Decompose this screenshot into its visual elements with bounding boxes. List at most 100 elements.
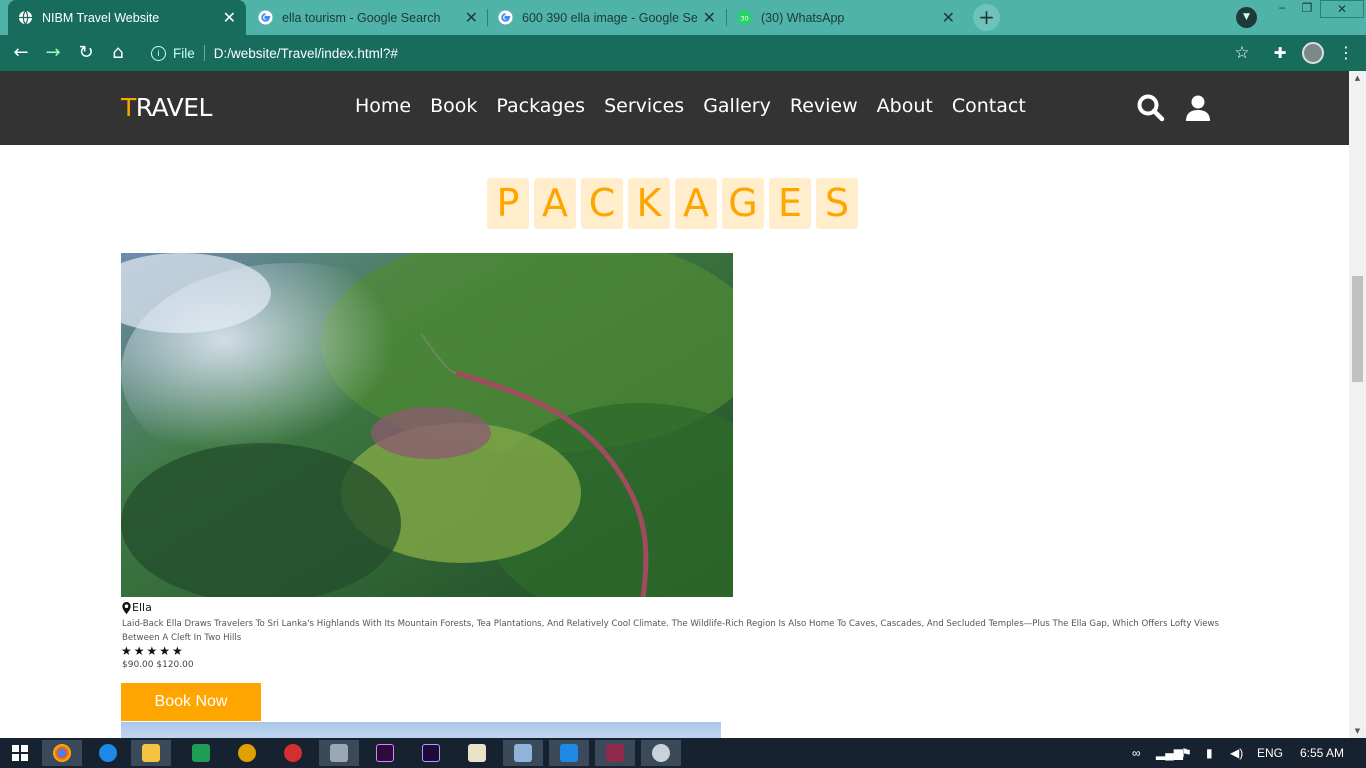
browser-menu-icon[interactable]: ⋮ <box>1338 35 1354 71</box>
nav-home[interactable]: Home <box>355 95 411 117</box>
package-location: Ella <box>122 601 152 614</box>
cube-icon <box>514 744 532 762</box>
taskbar-premiere-icon[interactable] <box>365 740 405 766</box>
tab-nibm-travel[interactable]: NIBM Travel Website ✕ <box>8 0 246 35</box>
taskbar-app-icon[interactable] <box>273 740 313 766</box>
flag-icon[interactable]: ⚑ <box>1181 738 1192 768</box>
forward-arrow-icon[interactable]: → <box>37 35 69 71</box>
minimize-button[interactable]: − <box>1268 0 1296 18</box>
vscode-icon <box>560 744 578 762</box>
whatsapp-icon: 30 <box>737 10 752 25</box>
main-nav: Home Book Packages Services Gallery Revi… <box>355 95 1045 117</box>
tab-ella-tourism[interactable]: ella tourism - Google Search ✕ <box>248 0 488 35</box>
taskbar-app-icon[interactable] <box>641 740 681 766</box>
site-logo[interactable]: TRAVEL <box>121 93 212 122</box>
logo-highlight: T <box>121 93 136 122</box>
home-icon[interactable]: ⌂ <box>102 35 134 71</box>
scrollbar-thumb[interactable] <box>1352 276 1363 382</box>
heading-letter: G <box>722 178 764 229</box>
browser-toolbar: ← → ↻ ⌂ i File D:/website/Travel/index.h… <box>0 35 1366 71</box>
network-link-icon[interactable]: ∞ <box>1132 738 1141 768</box>
location-name: Ella <box>132 601 152 614</box>
vertical-scrollbar[interactable]: ▲ ▼ <box>1349 71 1366 738</box>
close-window-button[interactable]: ✕ <box>1320 0 1364 18</box>
clock[interactable]: 6:55 AM <box>1300 738 1344 768</box>
tab-title: 600 390 ella image - Google Search <box>522 10 697 25</box>
taskbar-chrome-icon[interactable] <box>42 740 82 766</box>
premiere-icon <box>376 744 394 762</box>
signal-icon[interactable]: ▂▄▆ <box>1156 738 1183 768</box>
spreadsheet-icon <box>192 744 210 762</box>
bookmark-star-icon[interactable]: ☆ <box>1230 35 1254 71</box>
app-icon <box>238 744 256 762</box>
battery-icon[interactable]: ▮ <box>1206 738 1213 768</box>
tab-title: (30) WhatsApp <box>761 10 845 25</box>
notepad-icon <box>468 744 486 762</box>
heading-letter: E <box>769 178 811 229</box>
profile-avatar[interactable] <box>1302 42 1324 64</box>
reload-icon[interactable]: ↻ <box>70 35 102 71</box>
taskbar-edge-icon[interactable] <box>88 740 128 766</box>
app-icon <box>652 744 670 762</box>
nav-contact[interactable]: Contact <box>952 95 1026 117</box>
next-package-image <box>121 722 721 738</box>
map-marker-icon <box>122 601 131 614</box>
taskbar-winrar-icon[interactable] <box>595 740 635 766</box>
edge-icon <box>99 744 117 762</box>
taskbar-window-icon[interactable] <box>319 740 359 766</box>
close-tab-icon[interactable]: ✕ <box>942 8 955 28</box>
google-icon <box>258 10 273 25</box>
scroll-up-arrow-icon[interactable]: ▲ <box>1349 71 1366 85</box>
old-price: $120.00 <box>156 660 194 670</box>
close-tab-icon[interactable]: ✕ <box>465 8 478 28</box>
taskbar-app-icon[interactable] <box>227 740 267 766</box>
new-tab-button[interactable]: + <box>973 4 1000 31</box>
address-divider <box>203 45 205 61</box>
back-arrow-icon[interactable]: ← <box>5 35 37 71</box>
book-now-button[interactable]: Book Now <box>121 683 261 721</box>
chrome-icon <box>53 744 71 762</box>
nav-about[interactable]: About <box>877 95 933 117</box>
volume-icon[interactable]: ◀) <box>1230 738 1243 768</box>
nav-services[interactable]: Services <box>604 95 684 117</box>
nav-review[interactable]: Review <box>790 95 858 117</box>
restore-button[interactable]: ❐ <box>1293 0 1321 18</box>
tab-ella-image[interactable]: 600 390 ella image - Google Search ✕ <box>488 0 726 35</box>
nav-gallery[interactable]: Gallery <box>703 95 771 117</box>
nav-book[interactable]: Book <box>430 95 477 117</box>
taskbar-aftereffects-icon[interactable] <box>411 740 451 766</box>
site-info-icon[interactable]: i <box>151 45 166 61</box>
svg-text:30: 30 <box>740 14 748 22</box>
ella-landscape-image <box>121 253 733 597</box>
scroll-down-arrow-icon[interactable]: ▼ <box>1349 724 1366 738</box>
windows-taskbar: ∞ ▂▄▆ ⚑ ▮ ◀) ENG 6:55 AM <box>0 738 1366 768</box>
tab-search-icon[interactable]: ▼ <box>1236 7 1257 28</box>
taskbar-excel-icon[interactable] <box>181 740 221 766</box>
close-tab-icon[interactable]: ✕ <box>223 8 236 28</box>
close-tab-icon[interactable]: ✕ <box>703 8 716 28</box>
tab-whatsapp[interactable]: 30 (30) WhatsApp ✕ <box>727 0 965 35</box>
extensions-puzzle-icon[interactable]: ✚ <box>1269 35 1291 71</box>
window-icon <box>330 744 348 762</box>
heading-letter: C <box>581 178 623 229</box>
url-text[interactable]: D:/website/Travel/index.html?# <box>214 46 398 61</box>
search-icon[interactable] <box>1136 93 1166 123</box>
heading-letter: K <box>628 178 670 229</box>
language-indicator[interactable]: ENG <box>1257 738 1283 768</box>
aftereffects-icon <box>422 744 440 762</box>
scheme-label: File <box>173 45 195 61</box>
address-bar[interactable]: i File D:/website/Travel/index.html?# <box>144 41 1264 65</box>
nav-packages[interactable]: Packages <box>496 95 585 117</box>
start-windows-icon[interactable] <box>0 740 40 766</box>
user-icon[interactable] <box>1183 93 1213 123</box>
taskbar-notepad-icon[interactable] <box>457 740 497 766</box>
taskbar-explorer-icon[interactable] <box>131 740 171 766</box>
taskbar-vscode-icon[interactable] <box>549 740 589 766</box>
folder-icon <box>142 744 160 762</box>
current-price: $90.00 <box>122 660 154 670</box>
logo-text: RAVEL <box>135 93 213 122</box>
windows-logo-icon <box>12 745 28 761</box>
page-viewport: TRAVEL Home Book Packages Services Galle… <box>0 71 1349 738</box>
archive-icon <box>606 744 624 762</box>
taskbar-app-icon[interactable] <box>503 740 543 766</box>
